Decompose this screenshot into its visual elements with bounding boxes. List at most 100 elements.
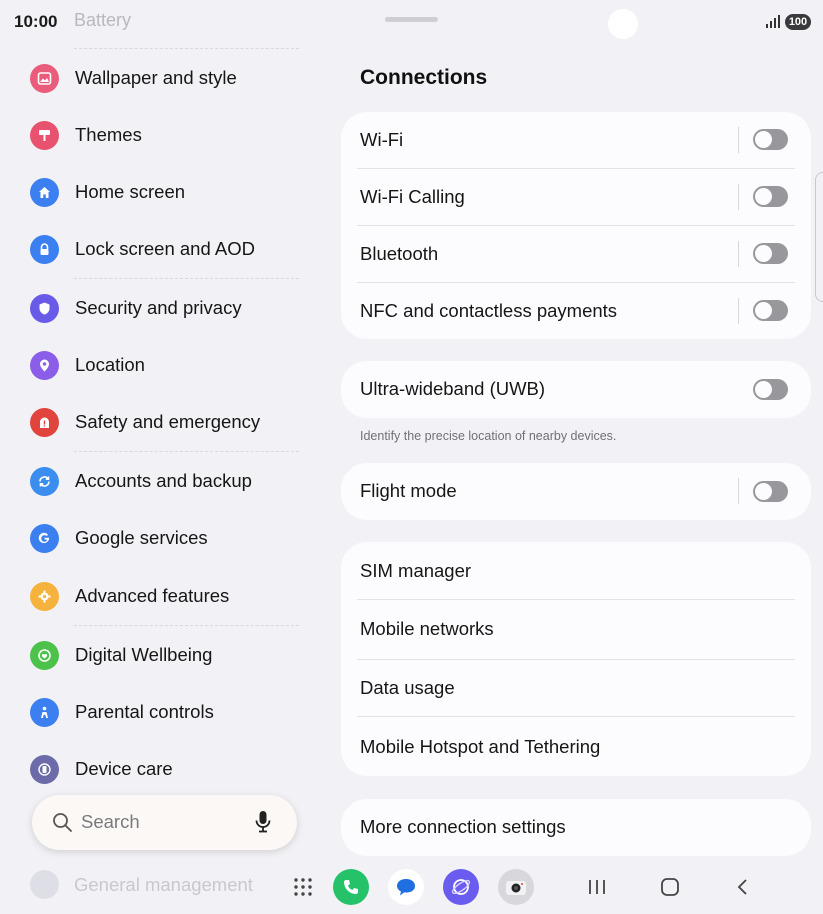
recents-icon[interactable]: [587, 878, 607, 896]
sidebar-item-label: Accounts and backup: [75, 470, 252, 491]
divider: [357, 659, 795, 660]
search-label: Search: [81, 811, 140, 832]
sidebar-item-label: Location: [75, 354, 145, 375]
edge-panel-handle[interactable]: [815, 172, 823, 302]
phone-app-icon[interactable]: [333, 869, 369, 905]
more-connection-settings-row[interactable]: More connection settings: [360, 810, 792, 844]
divider: [74, 451, 299, 452]
camera-cutout: [608, 9, 638, 39]
flight-mode-toggle[interactable]: [753, 481, 788, 502]
home-button-icon[interactable]: [660, 878, 680, 896]
lock-icon: [30, 234, 59, 264]
sidebar-item-label: Home screen: [75, 181, 186, 202]
divider: [738, 184, 739, 210]
divider: [357, 282, 795, 283]
hotspot-label: Mobile Hotspot and Tethering: [360, 736, 601, 757]
sim-manager-row[interactable]: SIM manager: [360, 554, 792, 588]
bluetooth-toggle[interactable]: [753, 243, 788, 264]
sidebar-item-google[interactable]: Google services: [30, 518, 208, 558]
sidebar-item-digital-wellbeing[interactable]: Digital Wellbeing: [30, 635, 212, 675]
divider: [357, 716, 795, 717]
divider: [357, 168, 795, 169]
general-management-icon: [30, 870, 59, 899]
more-card: More connection settings: [341, 799, 811, 856]
page-title: Connections: [360, 66, 488, 89]
uwb-card: Ultra-wideband (UWB): [341, 361, 811, 418]
network-card: SIM manager Mobile networks Data usage M…: [341, 542, 811, 776]
internet-app-icon[interactable]: [443, 869, 479, 905]
sidebar-item-safety[interactable]: Safety and emergency: [30, 402, 260, 442]
flight-card: Flight mode: [341, 463, 811, 520]
wellbeing-icon: [30, 640, 59, 670]
sidebar-item-label: Device care: [75, 758, 173, 779]
alert-icon: [30, 407, 59, 437]
divider: [74, 48, 299, 49]
uwb-description: Identify the precise location of nearby …: [360, 429, 617, 443]
sidebar-item-label: Wallpaper and style: [75, 67, 237, 88]
wifi-calling-row[interactable]: Wi-Fi Calling: [360, 180, 792, 214]
hotspot-row[interactable]: Mobile Hotspot and Tethering: [360, 730, 792, 764]
sidebar-item-label: Parental controls: [75, 701, 214, 722]
sidebar-item-parental[interactable]: Parental controls: [30, 692, 214, 732]
search-icon: [53, 813, 72, 832]
wifi-toggle[interactable]: [753, 129, 788, 150]
sidebar-item-advanced[interactable]: Advanced features: [30, 576, 229, 616]
search-bar[interactable]: Search: [32, 795, 297, 850]
themes-icon: [30, 120, 59, 150]
divider: [74, 278, 299, 279]
bluetooth-row[interactable]: Bluetooth: [360, 237, 792, 271]
data-usage-row[interactable]: Data usage: [360, 671, 792, 705]
sidebar-item-wallpaper[interactable]: Wallpaper and style: [30, 58, 237, 98]
nfc-row[interactable]: NFC and contactless payments: [360, 294, 792, 328]
wifi-calling-toggle[interactable]: [753, 186, 788, 207]
sidebar-item-lock-screen[interactable]: Lock screen and AOD: [30, 229, 255, 269]
uwb-label: Ultra-wideband (UWB): [360, 378, 546, 399]
divider: [357, 599, 795, 600]
nfc-toggle[interactable]: [753, 300, 788, 321]
settings-sidebar: Wallpaper and style Themes Home screen L…: [0, 0, 330, 914]
family-icon: [30, 697, 59, 727]
uwb-row[interactable]: Ultra-wideband (UWB): [360, 372, 792, 406]
sidebar-item-accounts[interactable]: Accounts and backup: [30, 461, 252, 501]
bluetooth-label: Bluetooth: [360, 243, 439, 264]
sidebar-item-label: Themes: [75, 124, 142, 145]
sidebar-item-general-management[interactable]: General management: [74, 874, 253, 896]
toggle-knob: [755, 245, 772, 262]
app-drawer-icon[interactable]: [293, 877, 313, 897]
sidebar-item-label: Advanced features: [75, 585, 230, 606]
back-icon[interactable]: [735, 878, 751, 896]
wifi-row[interactable]: Wi-Fi: [360, 123, 792, 157]
sidebar-item-home-screen[interactable]: Home screen: [30, 172, 185, 212]
drag-handle[interactable]: [385, 17, 438, 22]
flight-mode-row[interactable]: Flight mode: [360, 474, 792, 508]
sidebar-item-label: Security and privacy: [75, 297, 242, 318]
messages-app-icon[interactable]: [388, 869, 424, 905]
data-usage-label: Data usage: [360, 677, 455, 698]
battery-indicator: 100: [785, 14, 811, 30]
uwb-toggle[interactable]: [753, 379, 788, 400]
wifi-label: Wi-Fi: [360, 129, 404, 150]
sidebar-item-themes[interactable]: Themes: [30, 115, 142, 155]
sidebar-item-location[interactable]: Location: [30, 345, 145, 385]
connections-card: Wi-Fi Wi-Fi Calling Bluetooth NFC and co…: [341, 112, 811, 339]
wifi-calling-label: Wi-Fi Calling: [360, 186, 465, 207]
gear-icon: [30, 581, 59, 611]
mic-icon[interactable]: [254, 810, 272, 834]
sim-manager-label: SIM manager: [360, 560, 472, 581]
mobile-networks-row[interactable]: Mobile networks: [360, 612, 792, 646]
sidebar-item-device-care[interactable]: Device care: [30, 749, 173, 789]
divider: [738, 298, 739, 324]
toggle-knob: [755, 131, 772, 148]
signal-icon: [766, 15, 780, 28]
divider: [738, 478, 739, 504]
sidebar-item-security[interactable]: Security and privacy: [30, 288, 242, 328]
sidebar-item-label: Safety and emergency: [75, 411, 261, 432]
shield-icon: [30, 293, 59, 323]
nfc-label: NFC and contactless payments: [360, 300, 618, 321]
location-pin-icon: [30, 350, 59, 380]
wallpaper-icon: [30, 63, 59, 93]
toggle-knob: [755, 483, 772, 500]
home-icon: [30, 177, 59, 207]
camera-app-icon[interactable]: [498, 869, 534, 905]
sidebar-item-label: Digital Wellbeing: [75, 644, 213, 665]
